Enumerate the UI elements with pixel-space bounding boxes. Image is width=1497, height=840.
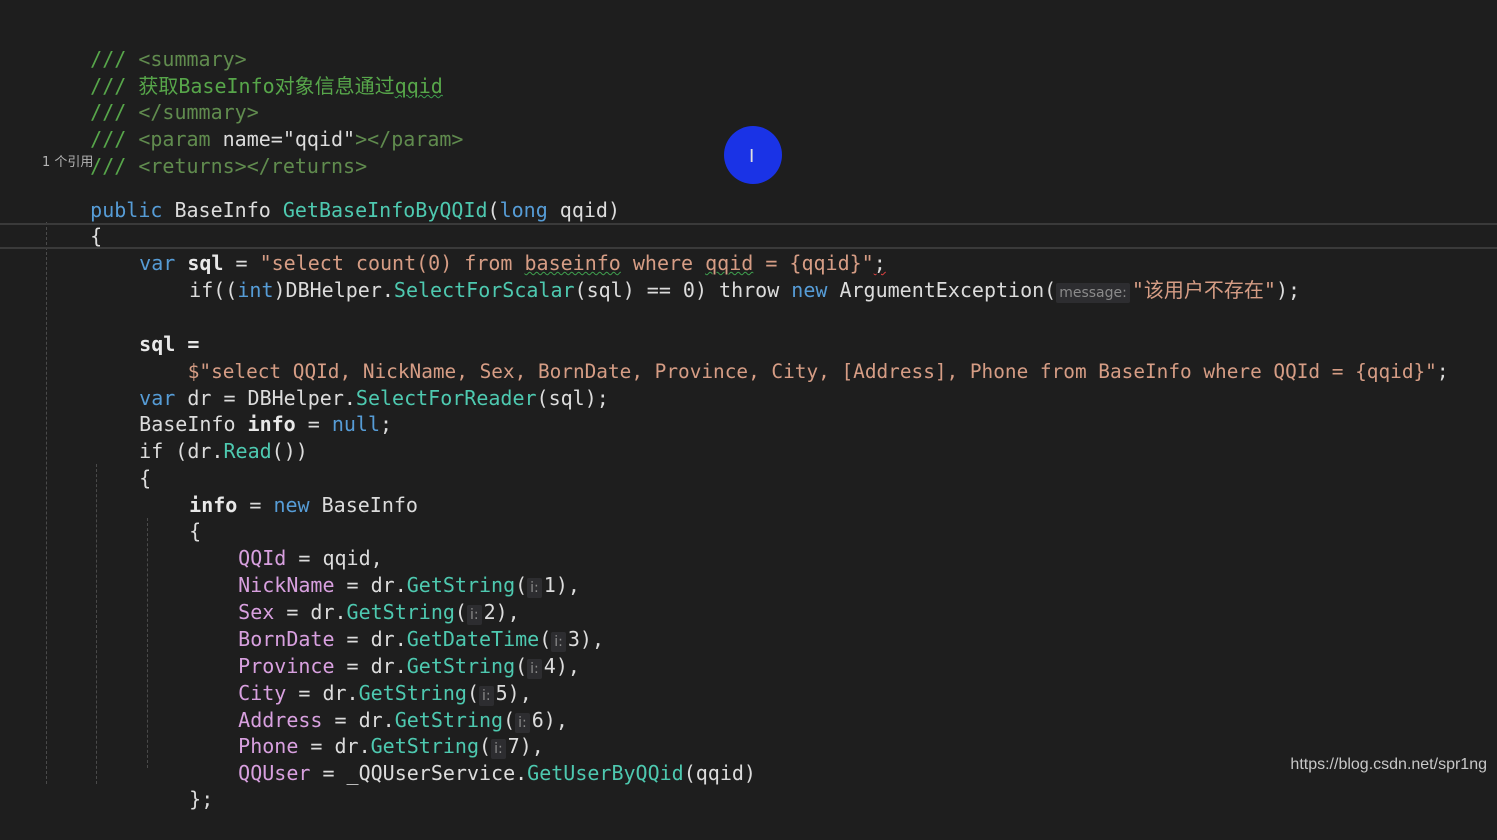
code-line[interactable]: BaseInfo info = null; xyxy=(91,384,392,436)
doc-tag: ></param> xyxy=(355,127,464,151)
code-line[interactable]: if (dr.Read()) xyxy=(91,411,308,463)
doc-comment-line[interactable]: /// <returns></returns> xyxy=(42,126,367,178)
code-line[interactable]: if((int)DBHelper.SelectForScalar(sql) ==… xyxy=(141,250,1300,303)
method-name: Read xyxy=(223,439,272,463)
inlay-hint: message: xyxy=(1056,283,1130,303)
code-text: = _QQUserService. xyxy=(310,761,528,785)
keyword: new xyxy=(791,278,828,302)
code-line[interactable]: $"select QQId, NickName, Sex, BornDate, … xyxy=(141,331,1449,383)
codelens-references[interactable]: 1 个引用 xyxy=(42,151,93,170)
doc-param-ref: qqid xyxy=(394,74,443,98)
paren: ) xyxy=(607,198,621,222)
code-text: ()) xyxy=(271,439,308,463)
inlay-hint: i: xyxy=(527,578,542,598)
code-text: ArgumentException( xyxy=(827,278,1057,302)
operator: = xyxy=(237,493,274,517)
type-name: BaseInfo xyxy=(309,493,418,517)
ibeam-cursor-icon: I xyxy=(749,146,755,167)
doc-comment-line[interactable]: /// <summary> xyxy=(42,19,247,71)
brace: }; xyxy=(189,787,214,811)
code-line[interactable]: QQId = qqid, xyxy=(190,518,383,570)
code-line[interactable]: Address = dr.GetString(i: 6), xyxy=(190,680,568,733)
method-signature[interactable]: public BaseInfo GetBaseInfoByQQId(long q… xyxy=(42,170,620,222)
property-name: QQUser xyxy=(238,761,311,785)
method-name: GetUserByQQid xyxy=(527,761,684,785)
code-text: (sql) == 0) xyxy=(574,278,720,302)
code-text: ); xyxy=(1275,278,1301,302)
code-line[interactable]: BornDate = dr.GetDateTime(i: 3), xyxy=(190,599,604,652)
code-text: 1), xyxy=(543,573,580,597)
code-line[interactable]: sql = xyxy=(91,304,199,356)
code-line[interactable]: QQUser = _QQUserService.GetUserByQQid(qq… xyxy=(190,733,756,785)
doc-comment-line[interactable]: /// <param name="qqid"></param> xyxy=(42,99,463,151)
code-line[interactable]: Phone = dr.GetString(i: 7), xyxy=(190,706,544,759)
code-text: (dr. xyxy=(163,439,224,463)
code-text: )DBHelper. xyxy=(273,278,394,302)
code-line[interactable]: var dr = DBHelper.SelectForReader(sql); xyxy=(91,358,609,410)
paren: (( xyxy=(213,278,238,302)
method-name: GetBaseInfoByQQId xyxy=(282,198,488,222)
code-line[interactable]: Sex = dr.GetString(i: 2), xyxy=(190,572,520,625)
code-line[interactable]: { xyxy=(91,438,151,490)
semicolon: ; xyxy=(380,412,393,436)
code-line[interactable]: var sql = "select count(0) from baseinfo… xyxy=(91,223,886,275)
code-line[interactable]: NickName = dr.GetString(i: 1), xyxy=(190,545,580,598)
semicolon: ; xyxy=(1436,360,1449,383)
code-line[interactable]: City = dr.GetString(i: 5), xyxy=(190,653,532,706)
doc-comment-line[interactable]: /// </summary> xyxy=(42,72,259,124)
keyword-throw: throw xyxy=(719,278,780,302)
code-line[interactable]: info = new BaseInfo xyxy=(141,465,418,517)
code-text: (qqid) xyxy=(683,761,756,785)
indent-guide xyxy=(46,222,47,784)
keyword: null xyxy=(331,412,381,436)
paren: ( xyxy=(487,198,500,222)
code-text: (sql); xyxy=(536,386,609,410)
method-name: SelectForScalar xyxy=(393,278,575,302)
param-name: qqid xyxy=(547,198,608,222)
return-type: BaseInfo xyxy=(162,198,283,222)
keyword: new xyxy=(273,493,310,517)
watermark: https://blog.csdn.net/spr1ng xyxy=(1290,756,1487,773)
code-line[interactable]: Province = dr.GetString(i: 4), xyxy=(190,626,580,679)
code-editor[interactable]: /// <summary> /// 获取BaseInfo对象信息通过qqid /… xyxy=(0,0,1497,811)
string-literal: "该用户不存在" xyxy=(1131,278,1276,302)
code-text: 4), xyxy=(543,654,580,678)
keyword-if: if xyxy=(189,278,214,302)
keyword: long xyxy=(499,198,548,222)
code-line[interactable]: }; xyxy=(141,759,213,811)
keyword: int xyxy=(237,278,274,302)
code-line[interactable]: { xyxy=(42,196,102,248)
doc-comment-line[interactable]: /// 获取BaseInfo对象信息通过qqid xyxy=(42,46,443,98)
code-line[interactable]: { xyxy=(141,491,201,543)
